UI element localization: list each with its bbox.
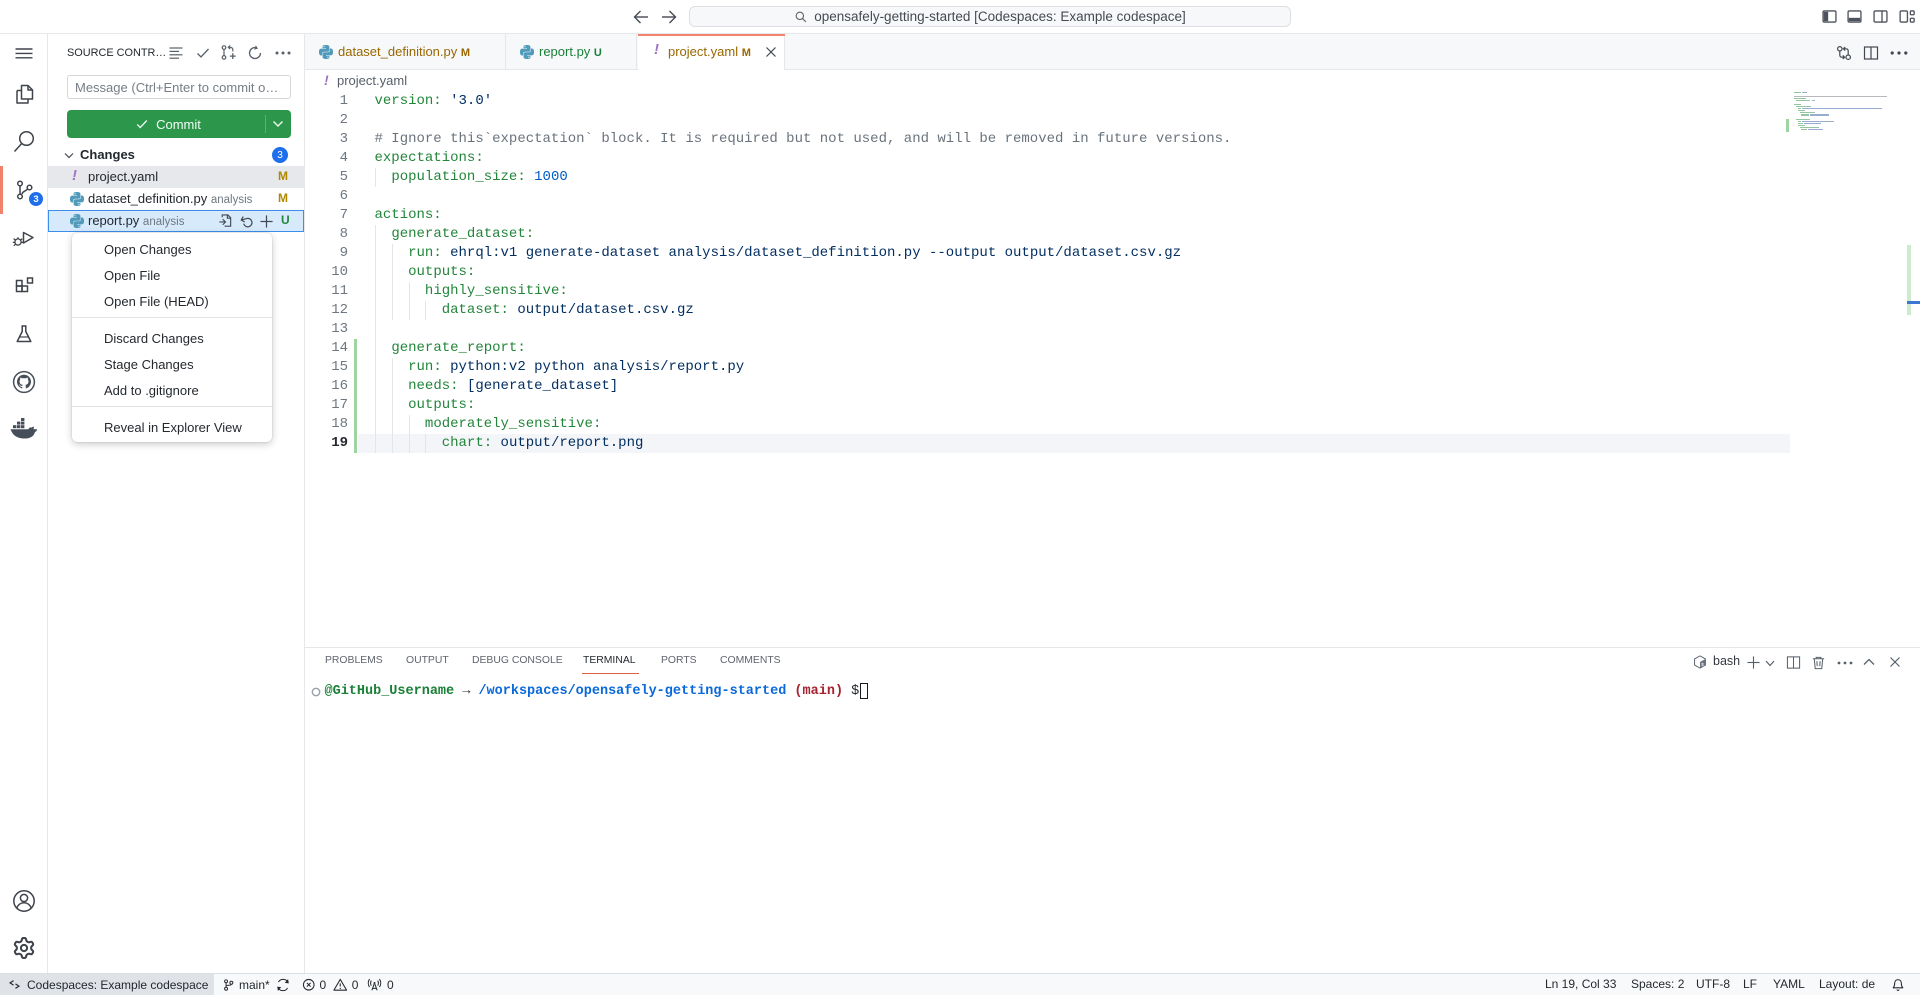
svg-text:$: $ bbox=[1701, 662, 1704, 668]
